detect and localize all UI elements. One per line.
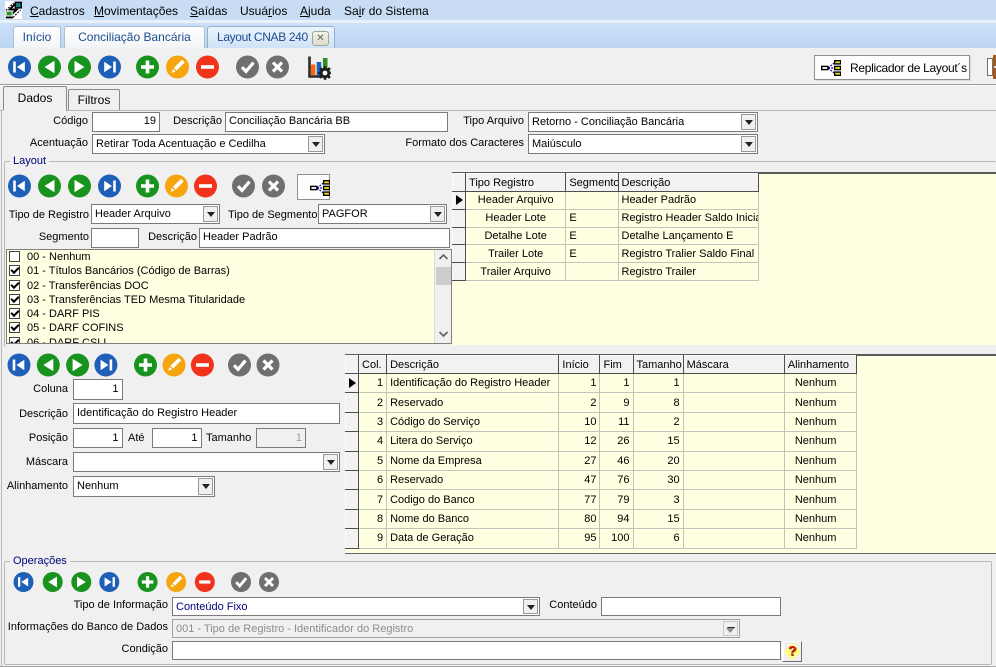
svg-text:?: ?	[788, 643, 796, 658]
